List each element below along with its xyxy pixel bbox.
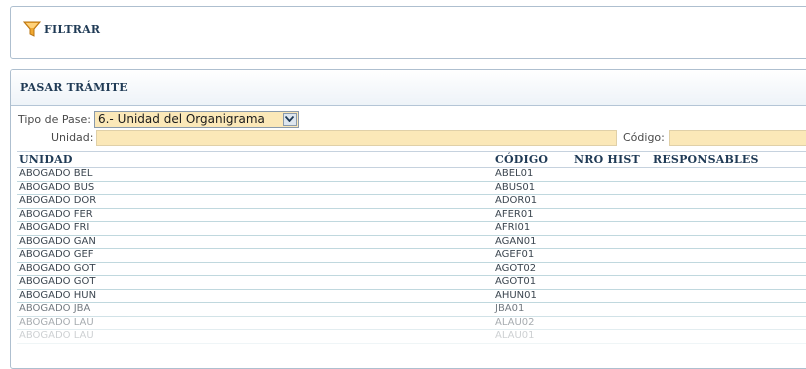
codigo-cell: JBA01	[495, 303, 525, 314]
codigo-cell: ABEL01	[495, 168, 534, 179]
unidad-input[interactable]	[96, 130, 617, 146]
unidad-cell: ABOGADO LAU	[19, 330, 94, 341]
codigo-cell: AHUN01	[495, 289, 537, 301]
table-row[interactable]: ABOGADO GOT AGOT02	[17, 262, 806, 276]
column-header-nro-hist[interactable]: NRO HIST	[574, 153, 640, 166]
codigo-input[interactable]	[669, 130, 806, 146]
search-row: Unidad: Código:	[11, 130, 806, 146]
codigo-cell: AGAN01	[495, 235, 537, 247]
unidad-cell: ABOGADO GOT	[19, 262, 96, 274]
chevron-down-icon[interactable]	[282, 112, 297, 126]
codigo-cell: AFER01	[495, 208, 534, 220]
table-row[interactable]: ABOGADO FER AFER01	[17, 208, 806, 222]
codigo-cell: ALAU01	[495, 330, 535, 341]
panel-title: PASAR TRÁMITE	[20, 81, 128, 94]
unidad-cell: ABOGADO HUN	[19, 289, 97, 301]
pasar-tramite-panel: PASAR TRÁMITE Tipo de Pase: 6.- Unidad d…	[10, 69, 806, 369]
unidad-cell: ABOGADO GAN	[19, 235, 96, 247]
codigo-cell: ADOR01	[495, 195, 538, 206]
column-header-unidad[interactable]: UNIDAD	[19, 153, 73, 166]
codigo-cell: ABUS01	[495, 181, 536, 193]
tipo-pase-row: Tipo de Pase: 6.- Unidad del Organigrama	[18, 110, 299, 128]
panel-header: PASAR TRÁMITE	[11, 70, 806, 106]
tipo-pase-select[interactable]: 6.- Unidad del Organigrama	[93, 110, 299, 128]
table-row[interactable]: ABOGADO BEL ABEL01	[17, 168, 806, 182]
table-row[interactable]: ABOGADO LAU ALAU02	[17, 316, 806, 330]
codigo-cell: AGEF01	[495, 249, 535, 260]
table-row[interactable]: ABOGADO GOT AGOT01	[17, 276, 806, 290]
tipo-pase-label: Tipo de Pase:	[18, 112, 91, 126]
unidad-cell: ABOGADO GEF	[19, 249, 94, 260]
unidad-label: Unidad:	[51, 131, 94, 144]
filter-panel: FILTRAR	[10, 6, 806, 59]
table-row[interactable]: ABOGADO GAN AGAN01	[17, 235, 806, 249]
unidad-cell: ABOGADO JBA	[19, 303, 91, 314]
codigo-cell: AGOT01	[495, 276, 537, 287]
unidad-cell: ABOGADO FER	[19, 208, 93, 220]
unidad-cell: ABOGADO GOT	[19, 276, 96, 287]
table-row[interactable]: ABOGADO JBA JBA01	[17, 303, 806, 317]
table-row[interactable]: ABOGADO GEF AGEF01	[17, 249, 806, 263]
filter-label: FILTRAR	[44, 22, 101, 36]
unidad-cell: ABOGADO FRI	[19, 222, 90, 233]
codigo-cell: AFRI01	[495, 222, 531, 233]
unidad-cell: ABOGADO BUS	[19, 181, 95, 193]
funnel-icon	[23, 21, 41, 37]
grid-body: ABOGADO BEL ABEL01 ABOGADO BUS ABUS01 ABOG…	[17, 168, 806, 344]
codigo-cell: ALAU02	[495, 316, 535, 328]
codigo-label: Código:	[623, 131, 665, 144]
codigo-cell: AGOT02	[495, 262, 537, 274]
column-header-codigo[interactable]: CÓDIGO	[495, 153, 548, 166]
table-row[interactable]: ABOGADO FRI AFRI01	[17, 222, 806, 236]
unidad-cell: ABOGADO DOR	[19, 195, 97, 206]
table-row[interactable]: ABOGADO HUN AHUN01	[17, 289, 806, 303]
table-row[interactable]: ABOGADO LAU ALAU01	[17, 330, 806, 344]
column-header-responsables[interactable]: RESPONSABLES	[653, 153, 759, 166]
filter-button[interactable]: FILTRAR	[23, 20, 100, 38]
unidad-cell: ABOGADO BEL	[19, 168, 93, 179]
tipo-pase-value: 6.- Unidad del Organigrama	[97, 112, 265, 126]
grid-header: UNIDAD CÓDIGO NRO HIST RESPONSABLES	[17, 151, 806, 168]
unidad-cell: ABOGADO LAU	[19, 316, 94, 328]
table-row[interactable]: ABOGADO DOR ADOR01	[17, 195, 806, 209]
table-row[interactable]: ABOGADO BUS ABUS01	[17, 181, 806, 195]
